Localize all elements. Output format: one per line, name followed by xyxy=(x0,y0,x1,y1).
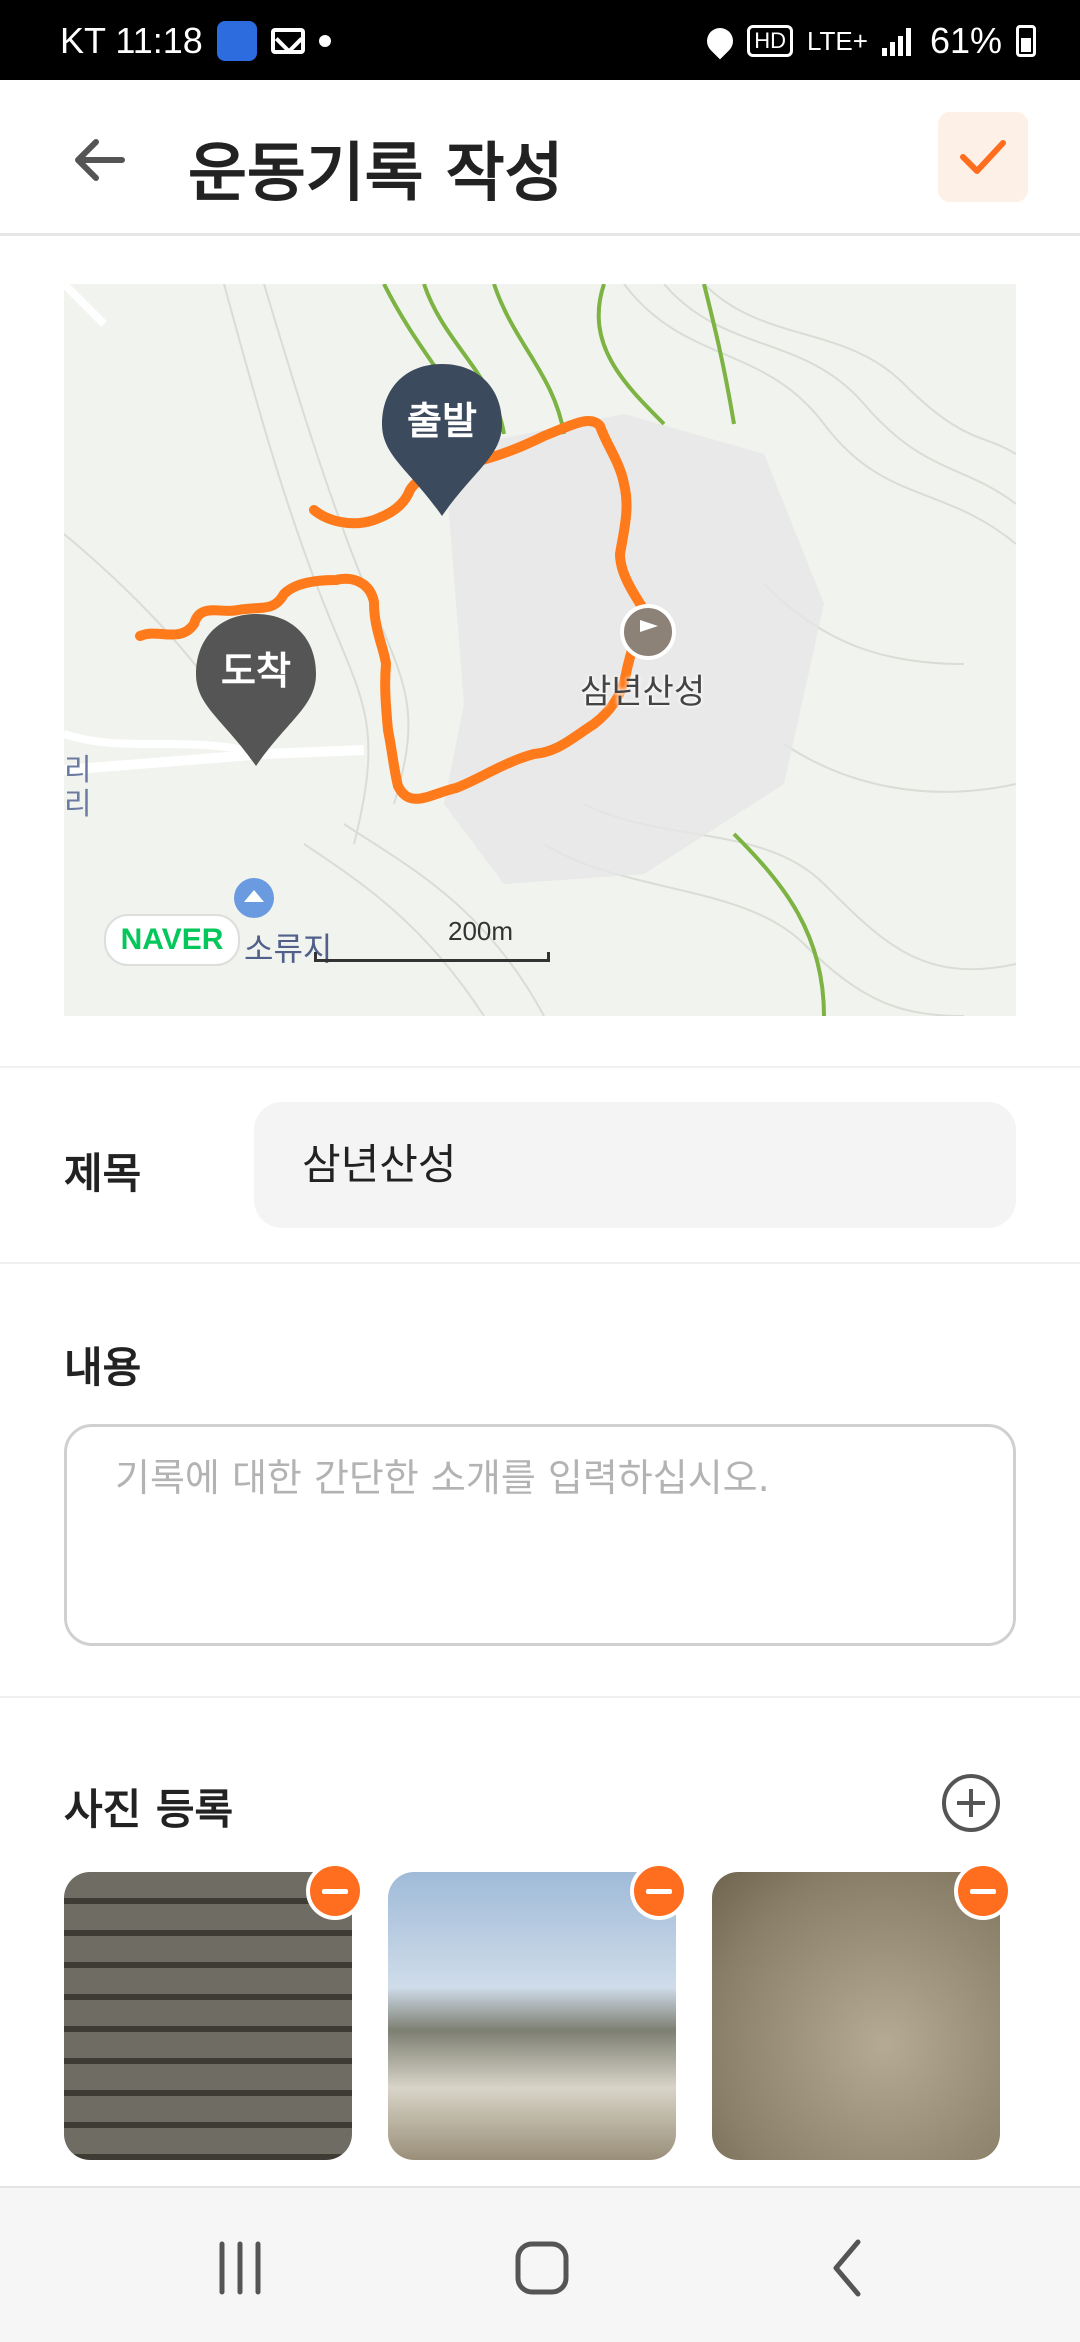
route-map[interactable]: 출발 도착 삼년산성 리 리 소류지 NAVER 200m xyxy=(64,284,1016,1016)
map-scale-label: 200m xyxy=(448,916,514,946)
chevron-left-icon xyxy=(833,2239,861,2297)
back-nav-button[interactable] xyxy=(786,2228,906,2308)
poi-name: 삼년산성 xyxy=(580,672,706,712)
reservoir-poi-icon xyxy=(234,878,274,918)
add-photo-button[interactable] xyxy=(942,1774,1000,1832)
photo-thumbnail[interactable] xyxy=(712,1872,1000,2160)
status-bar: KT 11:18 HD LTE+ 61% xyxy=(0,0,1080,80)
start-pin: 출발 xyxy=(378,360,506,520)
signal-icon xyxy=(881,26,916,56)
photo-thumbnail[interactable] xyxy=(64,1872,352,2160)
naver-logo[interactable]: NAVER xyxy=(104,914,240,966)
page-title: 운동기록 작성 xyxy=(188,137,564,211)
home-button[interactable] xyxy=(482,2228,602,2308)
fortress-poi-icon xyxy=(620,604,676,660)
map-scale-bar xyxy=(314,952,550,962)
photos-label: 사진 등록 xyxy=(64,1785,234,1834)
map-place-label: 소류지 xyxy=(244,930,333,968)
location-icon xyxy=(701,22,739,60)
home-icon xyxy=(515,2241,569,2295)
end-pin: 도착 xyxy=(192,610,320,770)
battery-percent: 61% xyxy=(929,20,1002,61)
more-notifications-icon xyxy=(318,35,331,47)
content-label: 내용 xyxy=(64,1343,142,1392)
map-side-text: 리 리 xyxy=(64,753,92,822)
carrier-time: KT 11:18 xyxy=(60,20,203,61)
photo-thumbnail[interactable] xyxy=(388,1872,676,2160)
recent-apps-icon xyxy=(219,2241,261,2295)
recent-apps-button[interactable] xyxy=(180,2228,300,2308)
title-label: 제목 xyxy=(64,1149,142,1198)
content-placeholder: 기록에 대한 간단한 소개를 입력하십시오. xyxy=(115,1456,770,1500)
back-button[interactable] xyxy=(60,120,156,200)
battery-icon xyxy=(1016,25,1036,57)
remove-photo-button[interactable] xyxy=(630,1862,688,1920)
divider xyxy=(0,1066,1080,1068)
back-arrow-icon xyxy=(75,139,125,181)
start-label: 출발 xyxy=(407,399,477,443)
system-nav-bar xyxy=(0,2186,1080,2342)
divider xyxy=(0,1696,1080,1698)
save-button[interactable] xyxy=(938,112,1028,202)
network-type: LTE+ xyxy=(807,25,868,56)
title-input[interactable]: 삼년산성 xyxy=(254,1102,1016,1228)
app-header: 운동기록 작성 xyxy=(0,80,1080,236)
remove-photo-button[interactable] xyxy=(954,1862,1012,1920)
divider xyxy=(0,1262,1080,1264)
remove-photo-button[interactable] xyxy=(306,1862,364,1920)
mail-icon xyxy=(270,28,305,54)
app-notification-icon xyxy=(216,21,257,61)
end-label: 도착 xyxy=(221,649,291,693)
hd-voice-icon: HD xyxy=(747,25,793,57)
check-icon xyxy=(960,140,1006,174)
content-textarea[interactable]: 기록에 대한 간단한 소개를 입력하십시오. xyxy=(64,1424,1016,1646)
